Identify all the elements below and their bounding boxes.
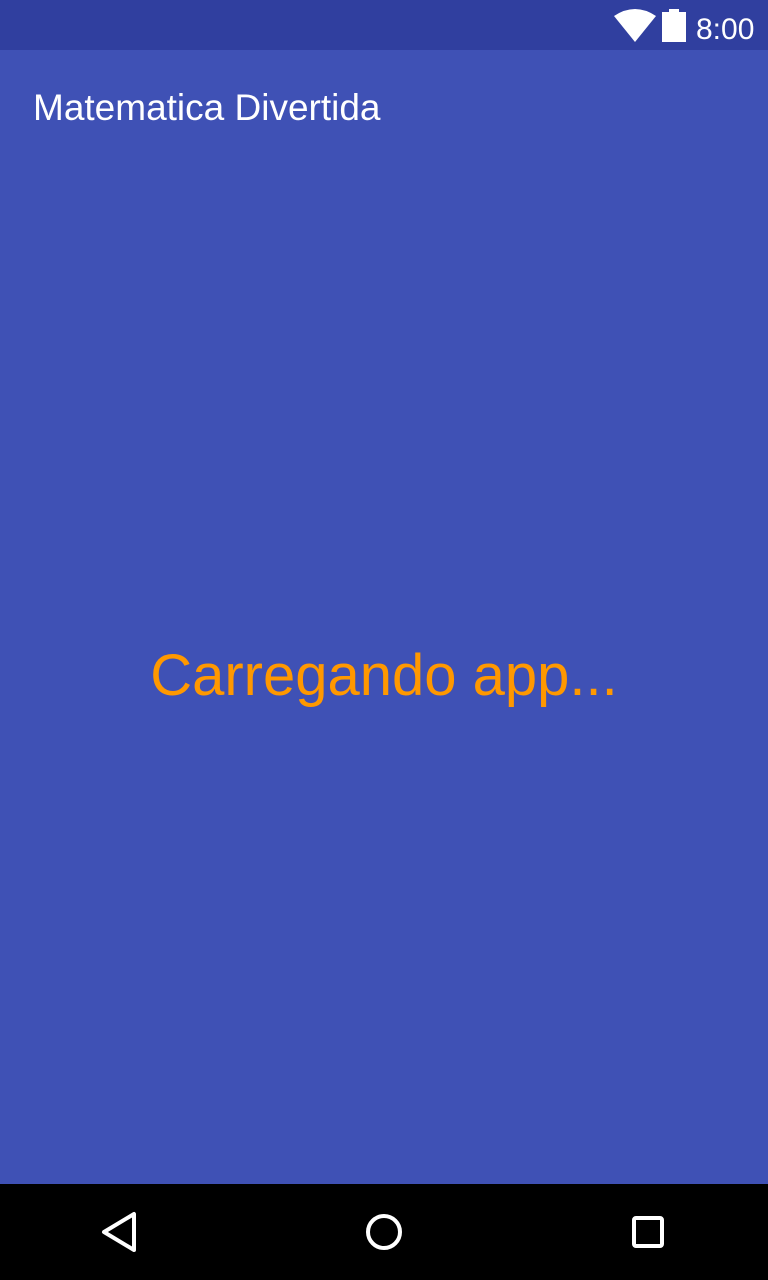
app-bar: Matematica Divertida (0, 50, 768, 162)
recents-icon[interactable] (620, 1204, 676, 1260)
app-screen: 8:00 Matematica Divertida Carregando app… (0, 0, 768, 1280)
back-icon[interactable] (92, 1204, 148, 1260)
loading-text: Carregando app... (150, 643, 618, 708)
navigation-bar (0, 1184, 768, 1280)
app-title: Matematica Divertida (33, 87, 381, 128)
battery-icon (662, 9, 686, 42)
wifi-icon (614, 9, 656, 42)
home-icon[interactable] (356, 1204, 412, 1260)
status-bar: 8:00 (0, 0, 768, 50)
main-content: Carregando app... (0, 162, 768, 1184)
status-time: 8:00 (696, 13, 755, 46)
